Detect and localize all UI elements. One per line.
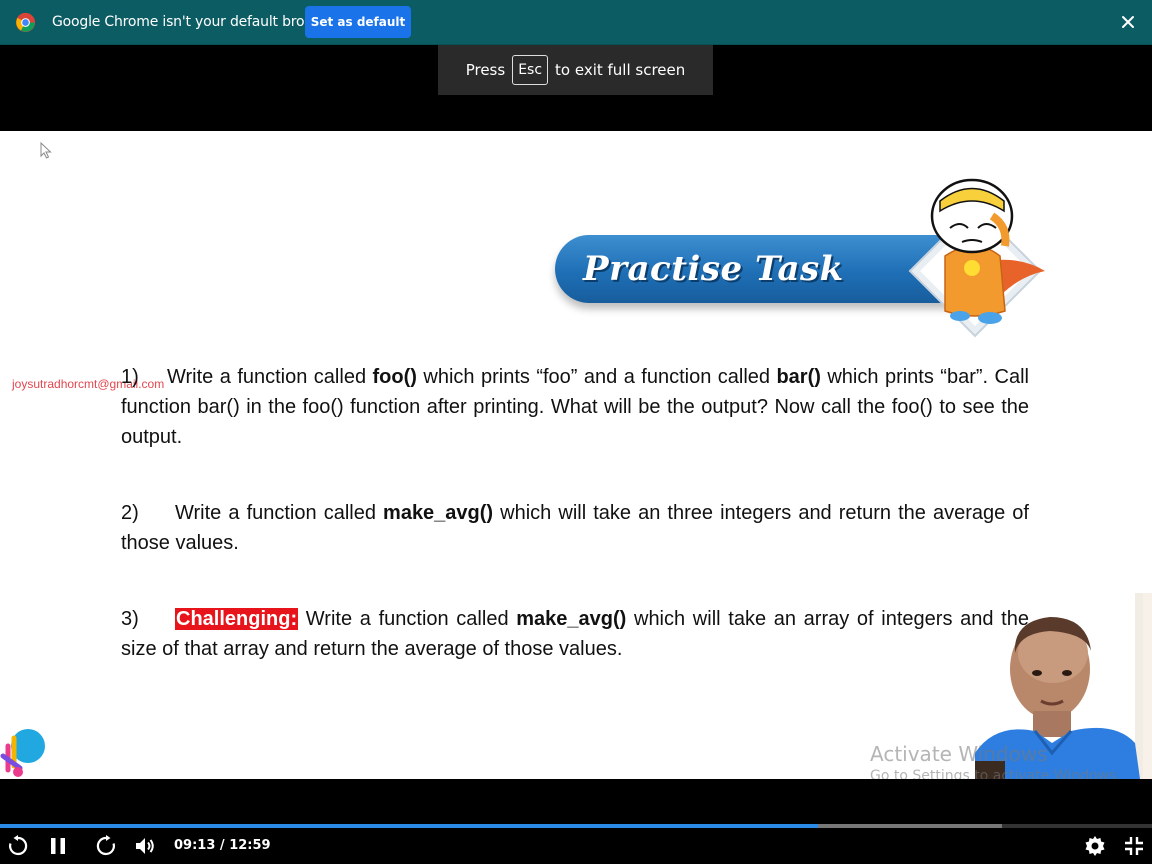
function-name: make_avg(): [516, 608, 627, 630]
challenging-badge: Challenging:: [175, 608, 299, 630]
function-name: make_avg(): [383, 502, 494, 524]
toast-prefix: Press: [465, 61, 506, 79]
task-1: 1) Write a function called foo() which pr…: [121, 362, 1029, 452]
function-name: foo(): [372, 366, 417, 388]
replay-icon[interactable]: [6, 834, 30, 858]
task-number: 1): [121, 366, 139, 388]
fullscreen-toast: Press Esc to exit full screen: [438, 45, 713, 95]
task-text: which prints “foo” and a function called: [416, 366, 777, 388]
activate-windows-watermark: Activate Windows Go to Settings to activ…: [870, 742, 1121, 779]
set-as-default-button[interactable]: Set as default: [305, 6, 411, 38]
pause-icon[interactable]: [46, 834, 70, 858]
infobar-message: Google Chrome isn't your default browser: [52, 14, 337, 30]
practise-task-banner: Practise Task: [555, 235, 955, 303]
time-display: 09:13 / 12:59: [174, 838, 271, 853]
task-number: 2): [121, 502, 139, 524]
task-text: Write a function called: [298, 608, 517, 630]
player-controls: 09:13 / 12:59: [0, 828, 1152, 864]
task-text: Write a function called: [175, 502, 384, 524]
time-current: 09:13: [174, 838, 216, 853]
task-text: Write a function called: [167, 366, 373, 388]
brand-logo-icon: [0, 729, 45, 777]
mouse-cursor-icon: [40, 142, 52, 159]
time-separator: /: [215, 838, 230, 853]
time-total: 12:59: [229, 838, 271, 853]
close-icon[interactable]: [1117, 11, 1139, 33]
default-browser-infobar: Google Chrome isn't your default browser…: [0, 0, 1152, 45]
settings-icon[interactable]: [1083, 834, 1107, 858]
activate-title: Activate Windows: [870, 742, 1048, 766]
toast-suffix: to exit full screen: [555, 61, 686, 79]
exit-fullscreen-icon[interactable]: [1122, 834, 1146, 858]
task-2: 2) Write a function called make_avg() whi…: [121, 498, 1029, 558]
task-3: 3) Challenging: Write a function called m…: [121, 604, 1029, 664]
mascot-illustration: [908, 178, 1045, 338]
task-number: 3): [121, 608, 139, 630]
function-name: bar(): [776, 366, 821, 388]
volume-icon[interactable]: [133, 834, 157, 858]
video-frame[interactable]: Practise Task joysutradhorcmt@gmail.com …: [0, 131, 1152, 779]
esc-key: Esc: [512, 55, 549, 85]
banner-title: Practise Task: [583, 249, 844, 289]
chrome-logo-icon: [15, 12, 36, 33]
activate-subtitle: Go to Settings to activate Windows.: [870, 768, 1121, 779]
forward-icon[interactable]: [94, 834, 118, 858]
